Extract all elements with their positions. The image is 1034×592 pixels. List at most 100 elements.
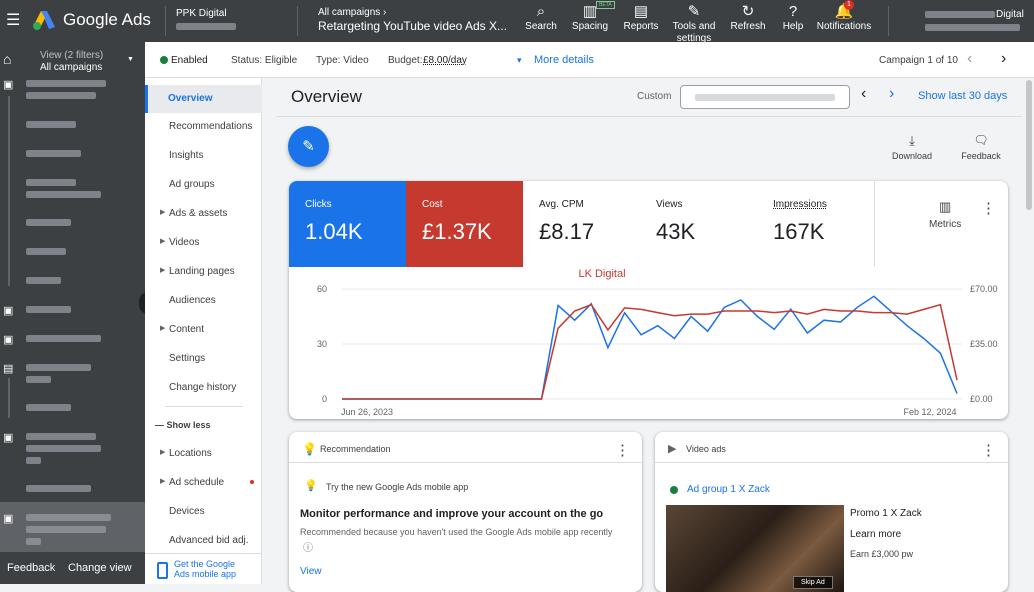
- next-date-button[interactable]: ›: [889, 85, 894, 103]
- video-thumbnail[interactable]: Skip Ad: [666, 505, 844, 592]
- app-promo-link[interactable]: Get the Google Ads mobile app: [174, 559, 249, 579]
- metric-views[interactable]: Views 43K: [640, 181, 757, 267]
- more-options-icon[interactable]: ⋮: [615, 441, 630, 459]
- feedback-button[interactable]: Feedback: [7, 562, 55, 574]
- tab-change-history[interactable]: Change history: [169, 382, 236, 393]
- tools-button[interactable]: ✎ Tools and settings: [663, 3, 725, 45]
- account-right-label[interactable]: Digital: [996, 9, 1024, 20]
- brand-title[interactable]: Google Ads: [63, 10, 151, 30]
- metric-cost[interactable]: Cost £1.37K: [406, 181, 523, 267]
- tab-ad-schedule[interactable]: ▶ Ad schedule: [160, 477, 254, 488]
- view-link[interactable]: View: [300, 566, 322, 577]
- budget-value[interactable]: £8.00/day: [423, 55, 467, 66]
- metric-value: 167K: [773, 219, 825, 244]
- menu-icon[interactable]: ☰: [6, 10, 20, 30]
- status-eligible: Status: Eligible: [231, 55, 298, 66]
- metric-value: 43K: [656, 219, 696, 244]
- metric-impressions[interactable]: Impressions 167K: [757, 181, 874, 267]
- status-enabled[interactable]: Enabled: [171, 55, 208, 66]
- date-range-label: Custom: [637, 91, 672, 102]
- campaign-title[interactable]: Retargeting YouTube video Ads X...: [318, 19, 507, 33]
- more-details-link[interactable]: More details: [534, 54, 594, 66]
- caret-right-icon: ▶: [160, 449, 166, 456]
- date-range-picker[interactable]: [680, 85, 850, 109]
- change-view-button[interactable]: Change view: [68, 562, 132, 574]
- list-item[interactable]: [26, 362, 91, 386]
- tab-audiences[interactable]: Audiences: [169, 295, 216, 306]
- list-item[interactable]: [26, 333, 101, 345]
- list-item[interactable]: [26, 483, 91, 495]
- list-item[interactable]: [26, 431, 101, 467]
- tab-settings[interactable]: Settings: [169, 353, 205, 364]
- list-item-selected[interactable]: ▣: [0, 502, 145, 552]
- edit-button[interactable]: ✎: [288, 126, 329, 167]
- tab-recommendations[interactable]: Recommendations: [169, 121, 252, 132]
- info-icon[interactable]: ⓘ: [303, 539, 313, 554]
- divider: [297, 6, 298, 36]
- show-less-button[interactable]: — Show less: [155, 420, 211, 430]
- show-last-30-days-button[interactable]: Show last 30 days: [918, 90, 1007, 102]
- download-button[interactable]: ⤓ Download: [888, 133, 936, 161]
- caret-right-icon: ▶: [160, 267, 166, 274]
- page-title: Overview: [291, 87, 362, 106]
- tab-label: Ad groups: [169, 179, 215, 190]
- skip-ad-button[interactable]: Skip Ad: [793, 576, 833, 589]
- date-range-blurred: [695, 94, 835, 101]
- tab-devices[interactable]: Devices: [169, 506, 205, 517]
- ad-group-link[interactable]: Ad group 1 X Zack: [687, 484, 770, 495]
- tab-overview[interactable]: Overview: [145, 85, 262, 113]
- more-options-icon[interactable]: ⋮: [981, 199, 996, 217]
- metrics-button[interactable]: ▥ Metrics: [929, 199, 961, 230]
- tab-advanced-bid-adj-[interactable]: Advanced bid adj.: [169, 535, 249, 546]
- tab-landing-pages[interactable]: ▶ Landing pages: [160, 266, 235, 277]
- list-item[interactable]: [26, 275, 61, 287]
- list-item[interactable]: [26, 119, 76, 131]
- list-item[interactable]: [26, 217, 71, 229]
- tab-locations[interactable]: ▶ Locations: [160, 448, 212, 459]
- y-right-tick-label: £70.00: [970, 284, 998, 294]
- metric-avg-cpm[interactable]: Avg. CPM £8.17: [523, 181, 640, 267]
- list-item[interactable]: [26, 304, 71, 316]
- spacing-button[interactable]: ▥ Spacing BETA: [562, 1, 618, 33]
- reports-button[interactable]: ▤ Reports: [613, 3, 669, 33]
- view-filter[interactable]: ⌂ View (2 filters) All campaigns ▼: [0, 42, 145, 78]
- caret-right-icon: ▶: [160, 209, 166, 216]
- tab-ads-assets[interactable]: ▶ Ads & assets: [160, 208, 227, 219]
- home-icon[interactable]: ⌂: [3, 51, 11, 67]
- account-name-blurred: [925, 24, 1020, 31]
- x-tick-label: Jun 26, 2023: [341, 407, 393, 417]
- metric-value: £8.17: [539, 219, 595, 244]
- breadcrumb-all-campaigns[interactable]: All campaigns ›: [318, 7, 386, 18]
- tab-insights[interactable]: Insights: [169, 150, 203, 161]
- view-label: View (2 filters): [40, 50, 104, 61]
- tab-videos[interactable]: ▶ Videos: [160, 237, 199, 248]
- divider: [655, 462, 1008, 463]
- tab-ad-groups[interactable]: Ad groups: [169, 179, 215, 190]
- campaign-icon: ▣: [3, 305, 14, 317]
- account-label[interactable]: PPK Digital: [176, 8, 227, 19]
- list-item-label: [26, 512, 111, 548]
- tab-label: Audiences: [169, 295, 216, 306]
- list-item[interactable]: [26, 148, 81, 160]
- search-button[interactable]: ⌕ Search: [513, 3, 569, 33]
- bell-button[interactable]: 🔔 Notifications 1: [813, 0, 875, 33]
- prev-date-button[interactable]: ‹: [861, 85, 866, 103]
- tab-content[interactable]: ▶ Content: [160, 324, 204, 335]
- list-item[interactable]: [26, 246, 66, 258]
- scrollbar[interactable]: [1026, 80, 1032, 210]
- metric-clicks[interactable]: Clicks 1.04K: [289, 181, 406, 267]
- list-item[interactable]: [26, 177, 101, 201]
- list-item[interactable]: [26, 402, 71, 414]
- tab-label: Locations: [169, 448, 212, 459]
- list-item[interactable]: [26, 78, 106, 102]
- all-campaigns-label: All campaigns: [40, 62, 103, 73]
- tab-label: Landing pages: [169, 266, 235, 277]
- prev-campaign-button[interactable]: ‹: [967, 50, 972, 68]
- more-options-icon[interactable]: ⋮: [981, 441, 996, 459]
- promo-description: Earn £3,000 pw: [850, 549, 914, 559]
- divider: [289, 462, 642, 463]
- feedback-button[interactable]: 🗨 Feedback: [957, 133, 1005, 161]
- pencil-icon: ✎: [302, 138, 315, 155]
- recommendation-body: Recommended because you haven't used the…: [300, 527, 613, 537]
- next-campaign-button[interactable]: ›: [1001, 50, 1006, 68]
